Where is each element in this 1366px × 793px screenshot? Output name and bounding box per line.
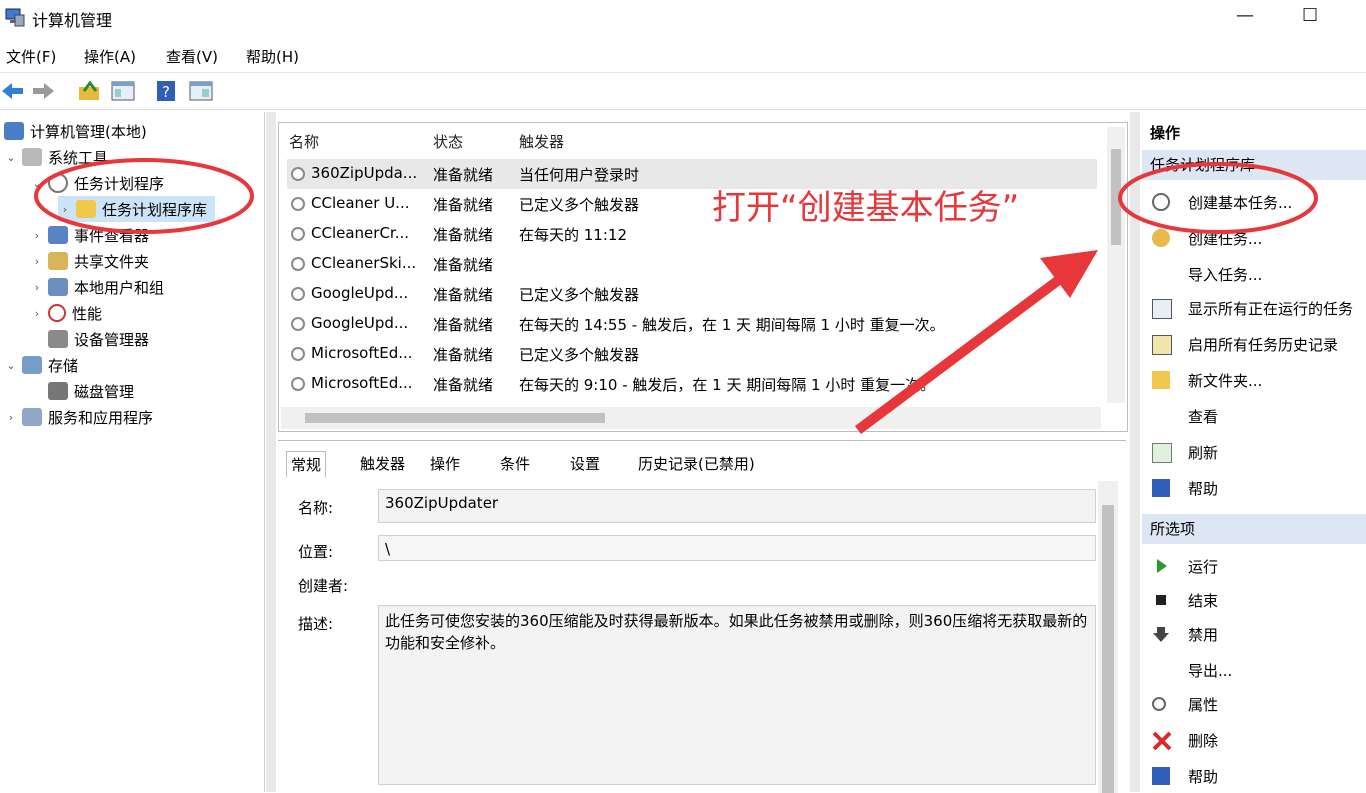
annotation-ellipse-action [1118,162,1318,234]
annotation-overlay [34,158,1318,435]
annotation-text: 打开“创建基本任务” [712,188,1020,228]
annotation-ellipse-tree [34,158,254,234]
annotation-arrow-shaft [855,271,1067,435]
